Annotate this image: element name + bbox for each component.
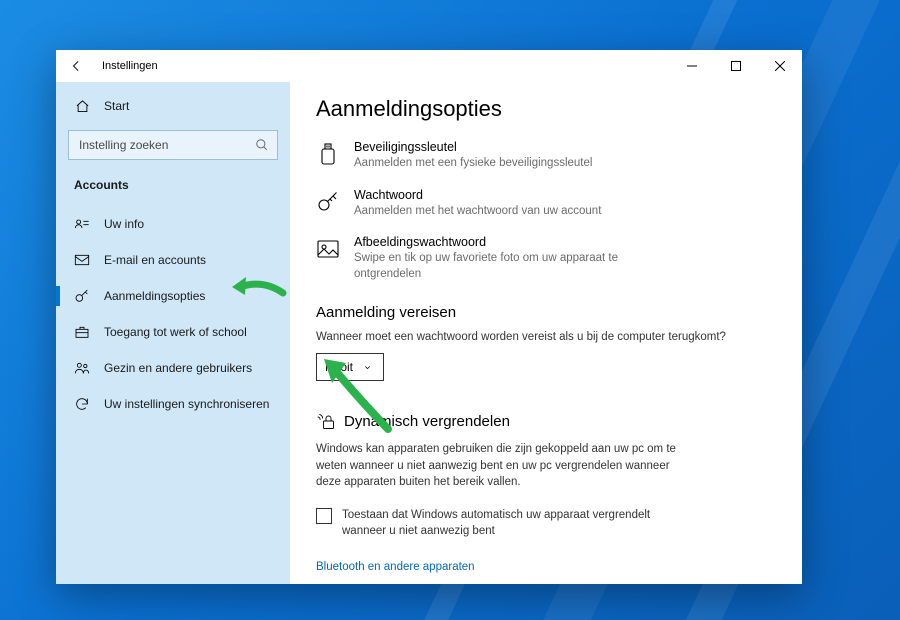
dynamic-lock-desc: Windows kan apparaten gebruiken die zijn… <box>316 441 696 491</box>
option-desc: Aanmelden met het wachtwoord van uw acco… <box>354 204 601 220</box>
annotation-arrow-1 <box>228 271 288 303</box>
search-box[interactable] <box>68 130 278 160</box>
nav-label: E-mail en accounts <box>104 253 206 267</box>
minimize-button[interactable] <box>670 50 714 82</box>
section-accounts: Accounts <box>56 174 290 206</box>
nav-label: Aanmeldingsopties <box>104 289 205 303</box>
nav-work-school[interactable]: Toegang tot werk of school <box>56 314 290 350</box>
home-label: Start <box>104 99 129 113</box>
nav-label: Uw instellingen synchroniseren <box>104 397 269 411</box>
settings-window: Instellingen Start <box>56 50 802 584</box>
option-title: Afbeeldingswachtwoord <box>354 235 674 249</box>
key-icon <box>316 190 340 214</box>
nav-label: Gezin en andere gebruikers <box>104 361 252 375</box>
nav-sync[interactable]: Uw instellingen synchroniseren <box>56 386 290 422</box>
nav-label: Toegang tot werk of school <box>104 325 247 339</box>
home-icon <box>74 98 90 114</box>
picture-icon <box>316 237 340 261</box>
window-title: Instellingen <box>102 60 158 72</box>
bluetooth-link[interactable]: Bluetooth en andere apparaten <box>316 561 475 573</box>
person-card-icon <box>74 216 90 232</box>
dynamic-lock-checkbox-row[interactable]: Toestaan dat Windows automatisch uw appa… <box>316 507 776 539</box>
sync-icon <box>74 396 90 412</box>
option-password[interactable]: Wachtwoord Aanmelden met het wachtwoord … <box>316 188 776 220</box>
checkbox[interactable] <box>316 508 332 524</box>
option-title: Beveiligingssleutel <box>354 140 592 154</box>
close-button[interactable] <box>758 50 802 82</box>
nav-your-info[interactable]: Uw info <box>56 206 290 242</box>
require-signin-heading: Aanmelding vereisen <box>316 304 776 321</box>
option-security-key[interactable]: Beveiligingssleutel Aanmelden met een fy… <box>316 140 776 172</box>
home-link[interactable]: Start <box>56 88 290 124</box>
maximize-button[interactable] <box>714 50 758 82</box>
nav-label: Uw info <box>104 217 144 231</box>
briefcase-icon <box>74 324 90 340</box>
option-desc: Aanmelden met een fysieke beveiligingssl… <box>354 156 592 172</box>
key-icon <box>74 288 90 304</box>
require-signin-desc: Wanneer moet een wachtwoord worden verei… <box>316 331 776 343</box>
search-input[interactable] <box>79 138 255 152</box>
option-desc: Swipe en tik op uw favoriete foto om uw … <box>354 251 674 282</box>
option-title: Wachtwoord <box>354 188 601 202</box>
nav-family-users[interactable]: Gezin en andere gebruikers <box>56 350 290 386</box>
page-heading: Aanmeldingsopties <box>316 96 776 122</box>
content-pane: Aanmeldingsopties Beveiligingssleutel Aa… <box>290 82 802 584</box>
checkbox-label: Toestaan dat Windows automatisch uw appa… <box>342 507 682 539</box>
back-button[interactable] <box>70 59 88 73</box>
people-icon <box>74 360 90 376</box>
search-icon <box>255 138 269 152</box>
title-bar: Instellingen <box>56 50 802 82</box>
mail-icon <box>74 252 90 268</box>
annotation-arrow-2 <box>310 345 400 435</box>
usb-icon <box>316 142 340 166</box>
option-picture-password[interactable]: Afbeeldingswachtwoord Swipe en tik op uw… <box>316 235 776 282</box>
caption-buttons <box>670 50 802 82</box>
sidebar: Start Accounts Uw info <box>56 82 290 584</box>
